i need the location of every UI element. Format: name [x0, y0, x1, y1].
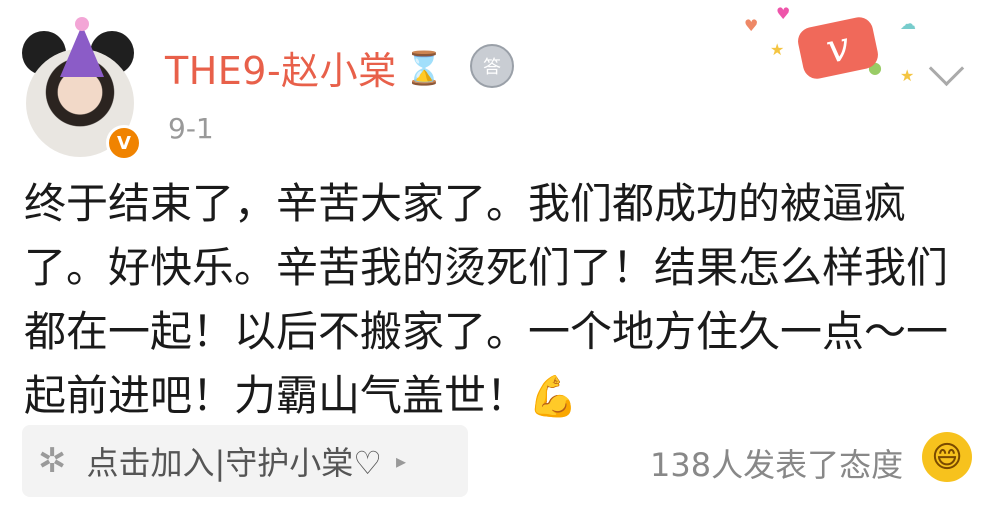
username[interactable]: THE9-赵小棠: [165, 40, 397, 95]
heart-deco-icon: ♥: [776, 4, 791, 23]
reaction-count[interactable]: 138人发表了态度: [650, 440, 903, 486]
smile-icon[interactable]: 😄: [922, 432, 972, 482]
cloud-deco-icon: ☁: [900, 14, 916, 33]
party-hat-pompom: [75, 17, 89, 31]
avatar[interactable]: V: [20, 17, 142, 161]
post-content: 终于结束了，辛苦大家了。我们都成功的被逼疯 了。好快乐。辛苦我的烫死们了！结果怎…: [24, 172, 964, 429]
heart-deco-icon: ♥: [744, 16, 759, 35]
flexed-biceps-icon: 💪: [528, 374, 578, 420]
hourglass-icon: ⌛: [404, 49, 444, 87]
verified-badge-icon: V: [106, 125, 142, 161]
post-text: 终于结束了，辛苦大家了。我们都成功的被逼疯 了。好快乐。辛苦我的烫死们了！结果怎…: [24, 179, 949, 420]
guard-fan-button[interactable]: ✲ 点击加入|守护小棠♡ ▸: [22, 425, 468, 497]
post-date: 9-1: [168, 112, 214, 145]
star-deco-icon: ★: [770, 40, 785, 59]
arrow-right-icon: ▸: [395, 449, 407, 473]
guard-fan-label: 点击加入|守护小棠♡: [86, 444, 382, 482]
party-hat-icon: [60, 25, 104, 77]
star-deco-icon: ★: [900, 66, 915, 85]
chevron-down-icon[interactable]: [928, 50, 965, 87]
loading-dots-icon: ✲: [38, 441, 67, 481]
medal-badge-icon[interactable]: 答: [470, 44, 514, 88]
